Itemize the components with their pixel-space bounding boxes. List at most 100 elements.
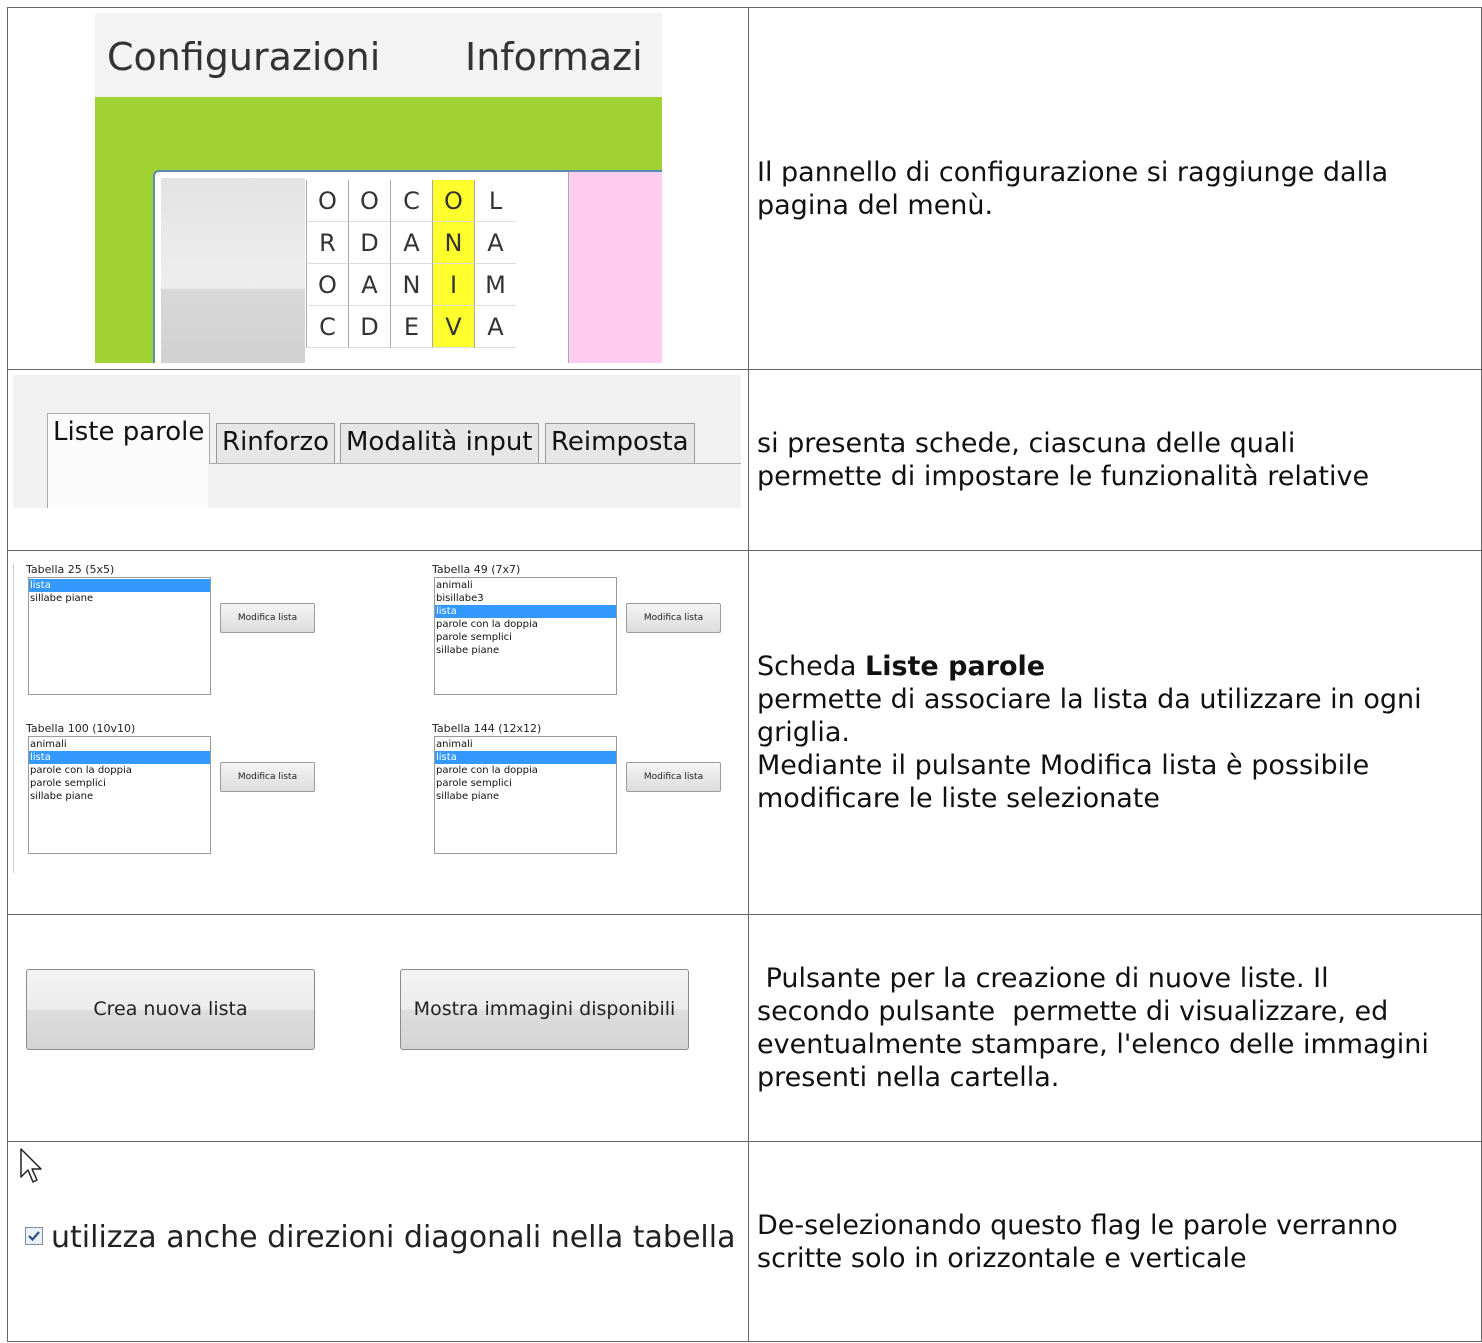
- show-images-button[interactable]: Mostra immagini disponibili: [400, 969, 689, 1050]
- description-line: modificare le liste selezionate: [757, 783, 1160, 814]
- description-text: si presenta schede, ciascuna delle quali…: [749, 427, 1481, 493]
- list-item[interactable]: lista: [435, 605, 616, 618]
- table-title: Tabella 100 (10v10): [26, 722, 136, 735]
- description-prefix: Scheda: [757, 651, 865, 682]
- list-item[interactable]: sillabe piane: [435, 644, 616, 657]
- list-item[interactable]: animali: [29, 738, 210, 751]
- description-line: si presenta schede, ciascuna delle quali: [757, 428, 1296, 459]
- description-line: presenti nella cartella.: [757, 1062, 1060, 1093]
- list-item[interactable]: parole semplici: [29, 777, 210, 790]
- description-line: eventualmente stampare, l'elenco delle i…: [757, 1029, 1429, 1060]
- table-row: Liste parole Rinforzo Modalità input Rei…: [7, 369, 1482, 551]
- list-item[interactable]: parole semplici: [435, 631, 616, 644]
- word-list-box[interactable]: animali lista parole con la doppia parole s…: [28, 736, 211, 854]
- description-cell: Pulsante per la creazione di nuove liste…: [748, 914, 1482, 1142]
- description-line: De-selezionando questo flag le parole ve…: [757, 1209, 1398, 1241]
- checkmark-icon: [28, 1230, 40, 1241]
- grid-cell[interactable]: E: [390, 306, 432, 348]
- list-item[interactable]: bisillabe3: [435, 592, 616, 605]
- list-item[interactable]: animali: [435, 738, 616, 751]
- edit-list-button[interactable]: Modifica lista: [220, 603, 315, 633]
- grid-cell[interactable]: O: [306, 264, 348, 306]
- grid-cell[interactable]: D: [348, 306, 390, 348]
- letter-grid: OOCOLRDANAOANIMCDEVA: [306, 172, 568, 363]
- word-list-box[interactable]: animali lista parole con la doppia parole s…: [434, 736, 617, 854]
- grid-cell[interactable]: C: [390, 180, 432, 222]
- grid-cell[interactable]: M: [474, 264, 516, 306]
- description-text: Pulsante per la creazione di nuove liste…: [749, 962, 1481, 1094]
- tab-liste-parole[interactable]: Liste parole: [47, 413, 211, 464]
- tab-reimposta[interactable]: Reimposta: [545, 423, 695, 463]
- grid-cell[interactable]: A: [474, 222, 516, 264]
- tabs-screenshot-cell: Liste parole Rinforzo Modalità input Rei…: [7, 369, 749, 551]
- list-item[interactable]: lista: [29, 579, 210, 592]
- tab-rinforzo[interactable]: Rinforzo: [216, 423, 336, 463]
- list-item[interactable]: parole con la doppia: [29, 764, 210, 777]
- description-line: Il pannello di configurazione si raggiun…: [757, 156, 1389, 188]
- grid-cell[interactable]: A: [348, 264, 390, 306]
- list-item[interactable]: parole con la doppia: [435, 618, 616, 631]
- menu-item-configurazioni[interactable]: Configurazioni: [107, 35, 380, 79]
- grid-cell[interactable]: V: [432, 306, 474, 348]
- grid-row: OANIM: [306, 264, 568, 306]
- list-item[interactable]: sillabe piane: [435, 790, 616, 803]
- word-panel: [568, 172, 662, 363]
- diagonal-directions-option[interactable]: utilizza anche direzioni diagonali nella…: [25, 1219, 735, 1257]
- diagonal-directions-checkbox[interactable]: [25, 1226, 43, 1245]
- buttons-screenshot-cell: Crea nuova lista Mostra immagini disponi…: [7, 914, 749, 1142]
- description-line: secondo pulsante permette di visualizzar…: [757, 996, 1389, 1027]
- list-item[interactable]: lista: [435, 751, 616, 764]
- list-item[interactable]: parole con la doppia: [435, 764, 616, 777]
- word-list-box[interactable]: lista sillabe piane: [28, 577, 211, 695]
- grid-cell[interactable]: A: [474, 306, 516, 348]
- description-line: permette di associare la lista da utiliz…: [757, 684, 1422, 715]
- description-cell: si presenta schede, ciascuna delle quali…: [748, 369, 1482, 551]
- grid-cell[interactable]: N: [432, 222, 474, 264]
- board-sidebar: [161, 178, 305, 363]
- list-item[interactable]: parole semplici: [435, 777, 616, 790]
- tabs-screenshot: Liste parole Rinforzo Modalità input Rei…: [13, 375, 741, 508]
- menu-screenshot: Configurazioni Informazi OOCOLRDANAOANIM…: [95, 13, 662, 363]
- mouse-cursor-icon: [20, 1148, 42, 1183]
- grid-cell[interactable]: O: [348, 180, 390, 222]
- tab-modalita-input[interactable]: Modalità input: [340, 423, 539, 463]
- list-item[interactable]: sillabe piane: [29, 790, 210, 803]
- document-table: Configurazioni Informazi OOCOLRDANAOANIM…: [7, 7, 1482, 1342]
- edit-list-button[interactable]: Modifica lista: [220, 762, 315, 792]
- description-cell: Scheda Liste parole permette di associar…: [748, 550, 1482, 915]
- list-item[interactable]: lista: [29, 751, 210, 764]
- menu-screenshot-cell: Configurazioni Informazi OOCOLRDANAOANIM…: [7, 7, 749, 370]
- grid-cell[interactable]: R: [306, 222, 348, 264]
- description-cell: Il pannello di configurazione si raggiun…: [748, 7, 1482, 370]
- grid-cell[interactable]: I: [432, 264, 474, 306]
- description-line: Scheda Liste parole: [757, 650, 1481, 683]
- grid-row: CDEVA: [306, 306, 568, 348]
- description-text: Scheda Liste parole permette di associar…: [749, 650, 1481, 815]
- menu-item-informazioni[interactable]: Informazi: [465, 35, 643, 79]
- table-title: Tabella 25 (5x5): [26, 563, 115, 576]
- edit-list-button[interactable]: Modifica lista: [626, 762, 721, 792]
- list-item[interactable]: animali: [435, 579, 616, 592]
- edit-list-button[interactable]: Modifica lista: [626, 603, 721, 633]
- description-line: pagina del menù.: [757, 189, 994, 221]
- description-cell: De-selezionando questo flag le parole ve…: [748, 1141, 1482, 1342]
- description-line: Pulsante per la creazione di nuove liste…: [757, 963, 1329, 994]
- description-line: scritte solo in orizzontale e verticale: [757, 1242, 1247, 1274]
- list-item[interactable]: sillabe piane: [29, 592, 210, 605]
- checkbox-label: utilizza anche direzioni diagonali nella…: [51, 1220, 736, 1255]
- grid-cell[interactable]: D: [348, 222, 390, 264]
- grid-cell[interactable]: C: [306, 306, 348, 348]
- word-list-box[interactable]: animali bisillabe3 lista parole con la dopp…: [434, 577, 617, 695]
- create-list-button[interactable]: Crea nuova lista: [26, 969, 315, 1050]
- table-row: Crea nuova lista Mostra immagini disponi…: [7, 914, 1482, 1142]
- puzzle-board: OOCOLRDANAOANIMCDEVA: [153, 170, 662, 363]
- description-line: griglia.: [757, 717, 851, 748]
- grid-cell[interactable]: A: [390, 222, 432, 264]
- tab-pane: [48, 464, 208, 508]
- grid-cell[interactable]: N: [390, 264, 432, 306]
- grid-cell[interactable]: O: [432, 180, 474, 222]
- grid-row: OOCOL: [306, 180, 568, 222]
- description-line: permette di impostare le funzionalità re…: [757, 461, 1370, 492]
- grid-cell[interactable]: L: [474, 180, 516, 222]
- grid-cell[interactable]: O: [306, 180, 348, 222]
